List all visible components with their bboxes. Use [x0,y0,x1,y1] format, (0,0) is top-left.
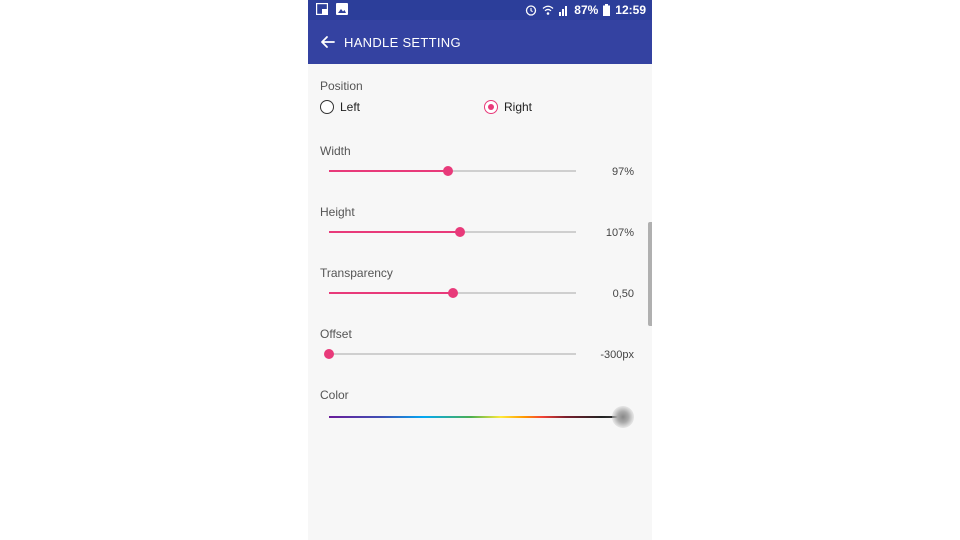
height-label: Height [320,205,355,219]
radio-right-circle[interactable] [484,100,498,114]
offset-label: Offset [320,327,352,341]
app-bar: HANDLE SETTING [308,20,652,64]
height-slider-fill [329,231,460,233]
color-spectrum-slider[interactable] [329,416,625,418]
alarm-icon [526,5,537,16]
radio-right-label: Right [504,100,533,114]
width-value: 97% [611,166,634,178]
scroll-indicator[interactable] [648,222,652,326]
radio-left-label: Left [340,100,361,114]
width-slider-thumb[interactable] [442,166,453,176]
offset-slider-thumb[interactable] [324,349,334,359]
position-label: Position [320,79,363,93]
height-value: 107% [605,227,634,239]
transparency-value: 0,50 [612,288,634,300]
battery-percent: 87% [574,3,599,17]
signal-icon [559,6,568,16]
phone-screen: 87% 12:59 HANDLE SETTING Position Left R… [308,0,652,540]
radio-right[interactable]: Right [484,100,532,114]
radio-left-circle[interactable] [320,100,334,114]
transparency-slider[interactable] [329,288,576,298]
wifi-icon [542,5,554,15]
image-icon [336,3,348,15]
color-label: Color [320,388,349,402]
page-title: HANDLE SETTING [344,35,461,50]
width-slider-fill [329,170,448,172]
transparency-label: Transparency [320,266,393,280]
offset-slider[interactable] [324,349,576,359]
status-time: 12:59 [615,3,646,17]
notification-box-icon [316,3,328,15]
radio-right-selected-dot [487,103,494,110]
transparency-slider-fill [329,292,453,294]
radio-left[interactable]: Left [320,100,360,114]
battery-icon [603,4,611,16]
width-label: Width [320,144,351,158]
height-slider[interactable] [329,227,576,237]
color-slider-thumb[interactable] [612,406,634,428]
arrow-left-icon[interactable] [318,32,338,52]
offset-value: -300px [600,349,634,361]
transparency-slider-thumb[interactable] [447,288,458,298]
status-bar: 87% 12:59 [308,0,652,20]
height-slider-thumb[interactable] [454,227,465,237]
width-slider[interactable] [329,166,576,176]
